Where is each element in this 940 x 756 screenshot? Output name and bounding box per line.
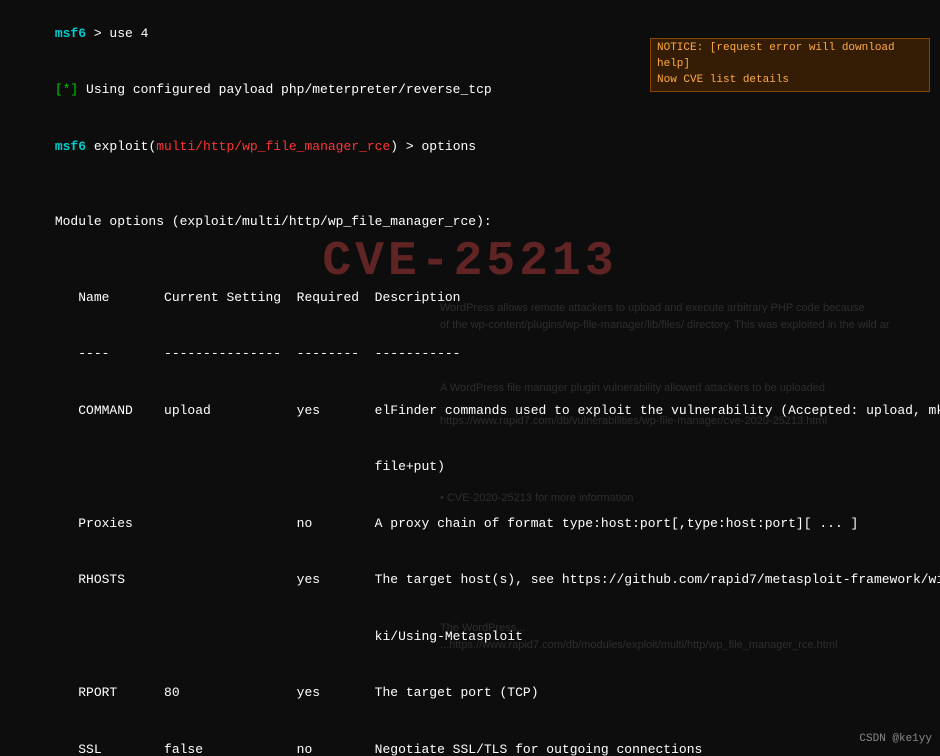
module-table-header: Name Current Setting Required Descriptio… bbox=[8, 270, 932, 327]
row-proxies: Proxies no A proxy chain of format type:… bbox=[8, 496, 932, 553]
row-rhosts: RHOSTS yes The target host(s), see https… bbox=[8, 552, 932, 609]
blank-1 bbox=[8, 176, 932, 195]
notice-line1: NOTICE: [request error will download hel… bbox=[657, 41, 923, 73]
row-rport: RPORT 80 yes The target port (TCP) bbox=[8, 666, 932, 723]
module-options-header: Module options (exploit/multi/http/wp_fi… bbox=[8, 194, 932, 251]
row-ssl: SSL false no Negotiate SSL/TLS for outgo… bbox=[8, 722, 932, 756]
notice-box: NOTICE: [request error will download hel… bbox=[650, 38, 930, 92]
blank-2 bbox=[8, 251, 932, 270]
row-command: COMMAND upload yes elFinder commands use… bbox=[8, 383, 932, 440]
csdn-watermark: CSDN @ke1yy bbox=[859, 732, 932, 748]
notice-line2: Now CVE list details bbox=[657, 73, 923, 89]
terminal-window: WordPress allows remote attackers to upl… bbox=[0, 0, 940, 756]
terminal-content: msf6 > use 4 [*] Using configured payloa… bbox=[8, 6, 932, 756]
prompt-msf-2: msf6 bbox=[55, 139, 86, 154]
row-rhosts-cont: ki/Using-Metasploit bbox=[8, 609, 932, 666]
prompt-msf: msf6 bbox=[55, 26, 86, 41]
module-table-sep: ---- --------------- -------- ----------… bbox=[8, 326, 932, 383]
cmd-options: msf6 exploit(multi/http/wp_file_manager_… bbox=[8, 119, 932, 176]
row-command-cont: file+put) bbox=[8, 439, 932, 496]
